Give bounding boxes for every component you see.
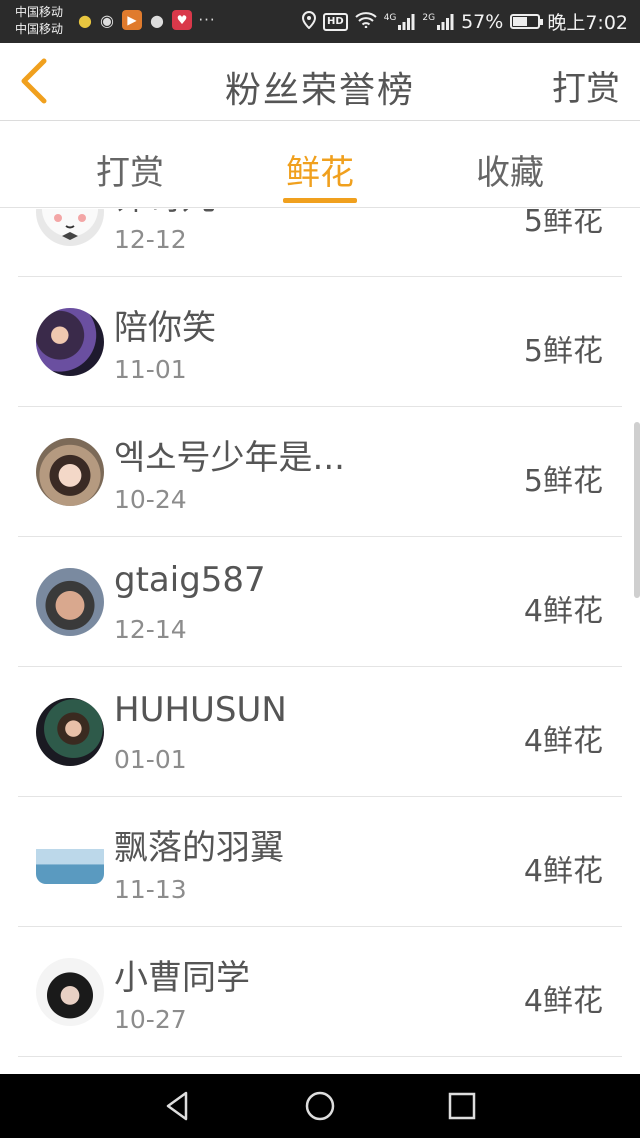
flower-count: 4鲜花 bbox=[523, 854, 603, 889]
active-tab-indicator bbox=[283, 198, 357, 203]
flower-count: 5鲜花 bbox=[523, 334, 603, 369]
list-item[interactable]: 陪你笑 11-01 5鲜花 bbox=[0, 277, 640, 407]
flower-count: 5鲜花 bbox=[523, 209, 603, 239]
wechat-icon: ◉ bbox=[100, 10, 114, 30]
fan-date: 11-13 bbox=[114, 875, 187, 904]
fan-date: 12-12 bbox=[114, 225, 187, 254]
tab-favorites[interactable]: 收藏 bbox=[440, 145, 580, 194]
fan-date: 11-01 bbox=[114, 355, 187, 384]
flower-count: 4鲜花 bbox=[523, 594, 603, 629]
battery-icon bbox=[510, 14, 544, 29]
wifi-icon bbox=[355, 11, 377, 32]
avatar bbox=[36, 308, 104, 376]
clock: 晚上7:02 bbox=[547, 12, 628, 34]
fan-list[interactable]: 谭哥儿 12-12 5鲜花 陪你笑 11-01 5鲜花 엑소号少年是... 10… bbox=[0, 209, 640, 1074]
fan-name: 飘落的羽翼 bbox=[114, 828, 284, 868]
signal-1-icon: 4G bbox=[384, 13, 416, 31]
tab-bar: 打赏 鲜花 收藏 bbox=[0, 122, 640, 208]
flower-count: 4鲜花 bbox=[523, 984, 603, 1019]
system-back-button[interactable] bbox=[160, 1088, 196, 1124]
list-item[interactable]: 小曹同学 10-27 4鲜花 bbox=[0, 927, 640, 1057]
avatar bbox=[36, 209, 104, 246]
more-icon: ··· bbox=[198, 11, 216, 29]
list-item[interactable]: 谭哥儿 12-12 5鲜花 bbox=[0, 209, 640, 277]
system-nav-bar bbox=[0, 1074, 640, 1138]
notification-icons: ● ◉ ▶ ● ♥ ··· bbox=[78, 10, 217, 30]
reward-button[interactable]: 打赏 bbox=[552, 61, 620, 110]
avatar bbox=[36, 568, 104, 636]
fan-name: gtaig587 bbox=[114, 560, 266, 600]
list-item[interactable]: HUHUSUN 01-01 4鲜花 bbox=[0, 667, 640, 797]
location-icon bbox=[302, 10, 317, 33]
fan-date: 12-14 bbox=[114, 615, 187, 644]
list-item[interactable]: 엑소号少年是... 10-24 5鲜花 bbox=[0, 407, 640, 537]
heart-app-icon: ♥ bbox=[172, 10, 192, 30]
video-icon: ▶ bbox=[122, 10, 142, 30]
avatar bbox=[36, 438, 104, 506]
fan-name: HUHUSUN bbox=[114, 690, 287, 730]
avatar bbox=[36, 698, 104, 766]
flower-count: 5鲜花 bbox=[523, 464, 603, 499]
square-recents-icon bbox=[448, 1092, 476, 1120]
bulb-icon: ● bbox=[78, 10, 92, 30]
tab-flowers[interactable]: 鲜花 bbox=[250, 145, 390, 194]
status-indicators: HD 4G 2G 57% 晚上7:02 bbox=[302, 8, 628, 35]
fan-date: 10-27 bbox=[114, 1005, 187, 1034]
nav-header: 粉丝荣誉榜 打赏 bbox=[0, 43, 640, 121]
fan-date: 10-24 bbox=[114, 485, 187, 514]
scrollbar[interactable] bbox=[634, 422, 640, 598]
chat-icon: ● bbox=[150, 10, 164, 30]
signal-2-label: 2G bbox=[422, 12, 436, 23]
triangle-back-icon bbox=[166, 1091, 188, 1121]
battery-percent: 57% bbox=[461, 10, 504, 33]
fan-name: 엑소号少年是... bbox=[114, 438, 345, 478]
page-title: 粉丝荣誉榜 bbox=[224, 70, 415, 111]
tab-reward[interactable]: 打赏 bbox=[60, 145, 200, 194]
list-item[interactable]: gtaig587 12-14 4鲜花 bbox=[0, 537, 640, 667]
status-bar: 中国移动 中国移动 ● ◉ ▶ ● ♥ ··· HD 4G 2G 57% 晚上7… bbox=[0, 0, 640, 43]
carrier-info: 中国移动 中国移动 bbox=[15, 4, 63, 38]
system-recents-button[interactable] bbox=[444, 1088, 480, 1124]
fan-date: 01-01 bbox=[114, 745, 187, 774]
list-item[interactable]: 飘落的羽翼 11-13 4鲜花 bbox=[0, 797, 640, 927]
hd-icon: HD bbox=[323, 12, 348, 31]
avatar bbox=[36, 840, 104, 884]
avatar bbox=[36, 958, 104, 1026]
signal-1-label: 4G bbox=[383, 12, 397, 23]
signal-2-icon: 2G bbox=[422, 13, 454, 31]
carrier-1: 中国移动 bbox=[15, 5, 64, 19]
fan-name: 陪你笑 bbox=[114, 308, 216, 348]
carrier-2: 中国移动 bbox=[15, 22, 64, 36]
circle-home-icon bbox=[305, 1091, 335, 1121]
flower-count: 4鲜花 bbox=[523, 724, 603, 759]
fan-name: 小曹同学 bbox=[114, 958, 250, 998]
system-home-button[interactable] bbox=[302, 1088, 338, 1124]
fan-name: 谭哥儿 bbox=[114, 209, 216, 219]
